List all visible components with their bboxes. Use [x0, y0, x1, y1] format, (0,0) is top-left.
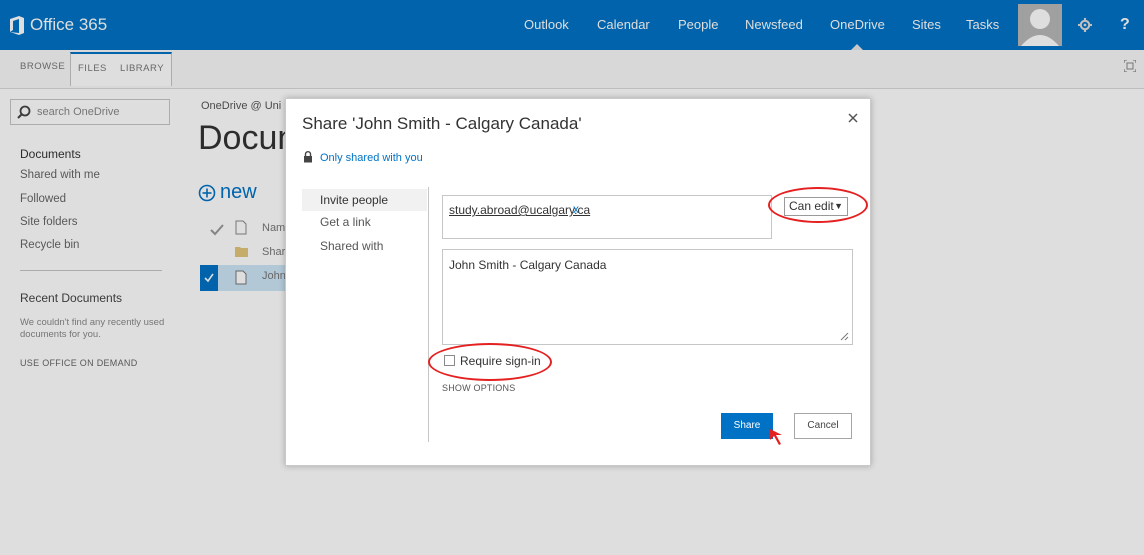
recipients-field[interactable]: study.abroad@ucalgary.ca x: [442, 195, 772, 239]
cancel-button[interactable]: Cancel: [794, 413, 852, 439]
message-textarea[interactable]: John Smith - Calgary Canada: [442, 249, 853, 345]
close-icon[interactable]: [846, 111, 860, 125]
recipient-token: study.abroad@ucalgary.ca: [449, 203, 591, 217]
dropdown-arrow-icon: ▼: [834, 201, 843, 211]
dialog-title: Share 'John Smith - Calgary Canada': [302, 114, 582, 133]
remove-recipient-button[interactable]: x: [573, 202, 579, 216]
message-text: John Smith - Calgary Canada: [449, 258, 607, 272]
tab-invite-people[interactable]: Invite people: [302, 189, 427, 211]
show-options-link[interactable]: SHOW OPTIONS: [442, 383, 515, 393]
share-tabs: Invite people Get a link Shared with: [302, 187, 429, 442]
permission-select[interactable]: Can edit ▼: [784, 197, 848, 216]
require-signin-label[interactable]: Require sign-in: [460, 354, 541, 368]
tab-get-a-link[interactable]: Get a link: [302, 211, 427, 233]
require-signin-checkbox[interactable]: [444, 355, 455, 366]
permission-value: Can edit: [789, 199, 834, 213]
red-arrow-pointer-icon: [770, 429, 782, 445]
resize-grip-icon[interactable]: [839, 331, 849, 341]
sharing-status-link[interactable]: Only shared with you: [320, 152, 423, 164]
tab-shared-with[interactable]: Shared with: [302, 235, 427, 257]
share-dialog: Share 'John Smith - Calgary Canada' Only…: [285, 98, 871, 466]
lock-icon: [304, 151, 312, 163]
